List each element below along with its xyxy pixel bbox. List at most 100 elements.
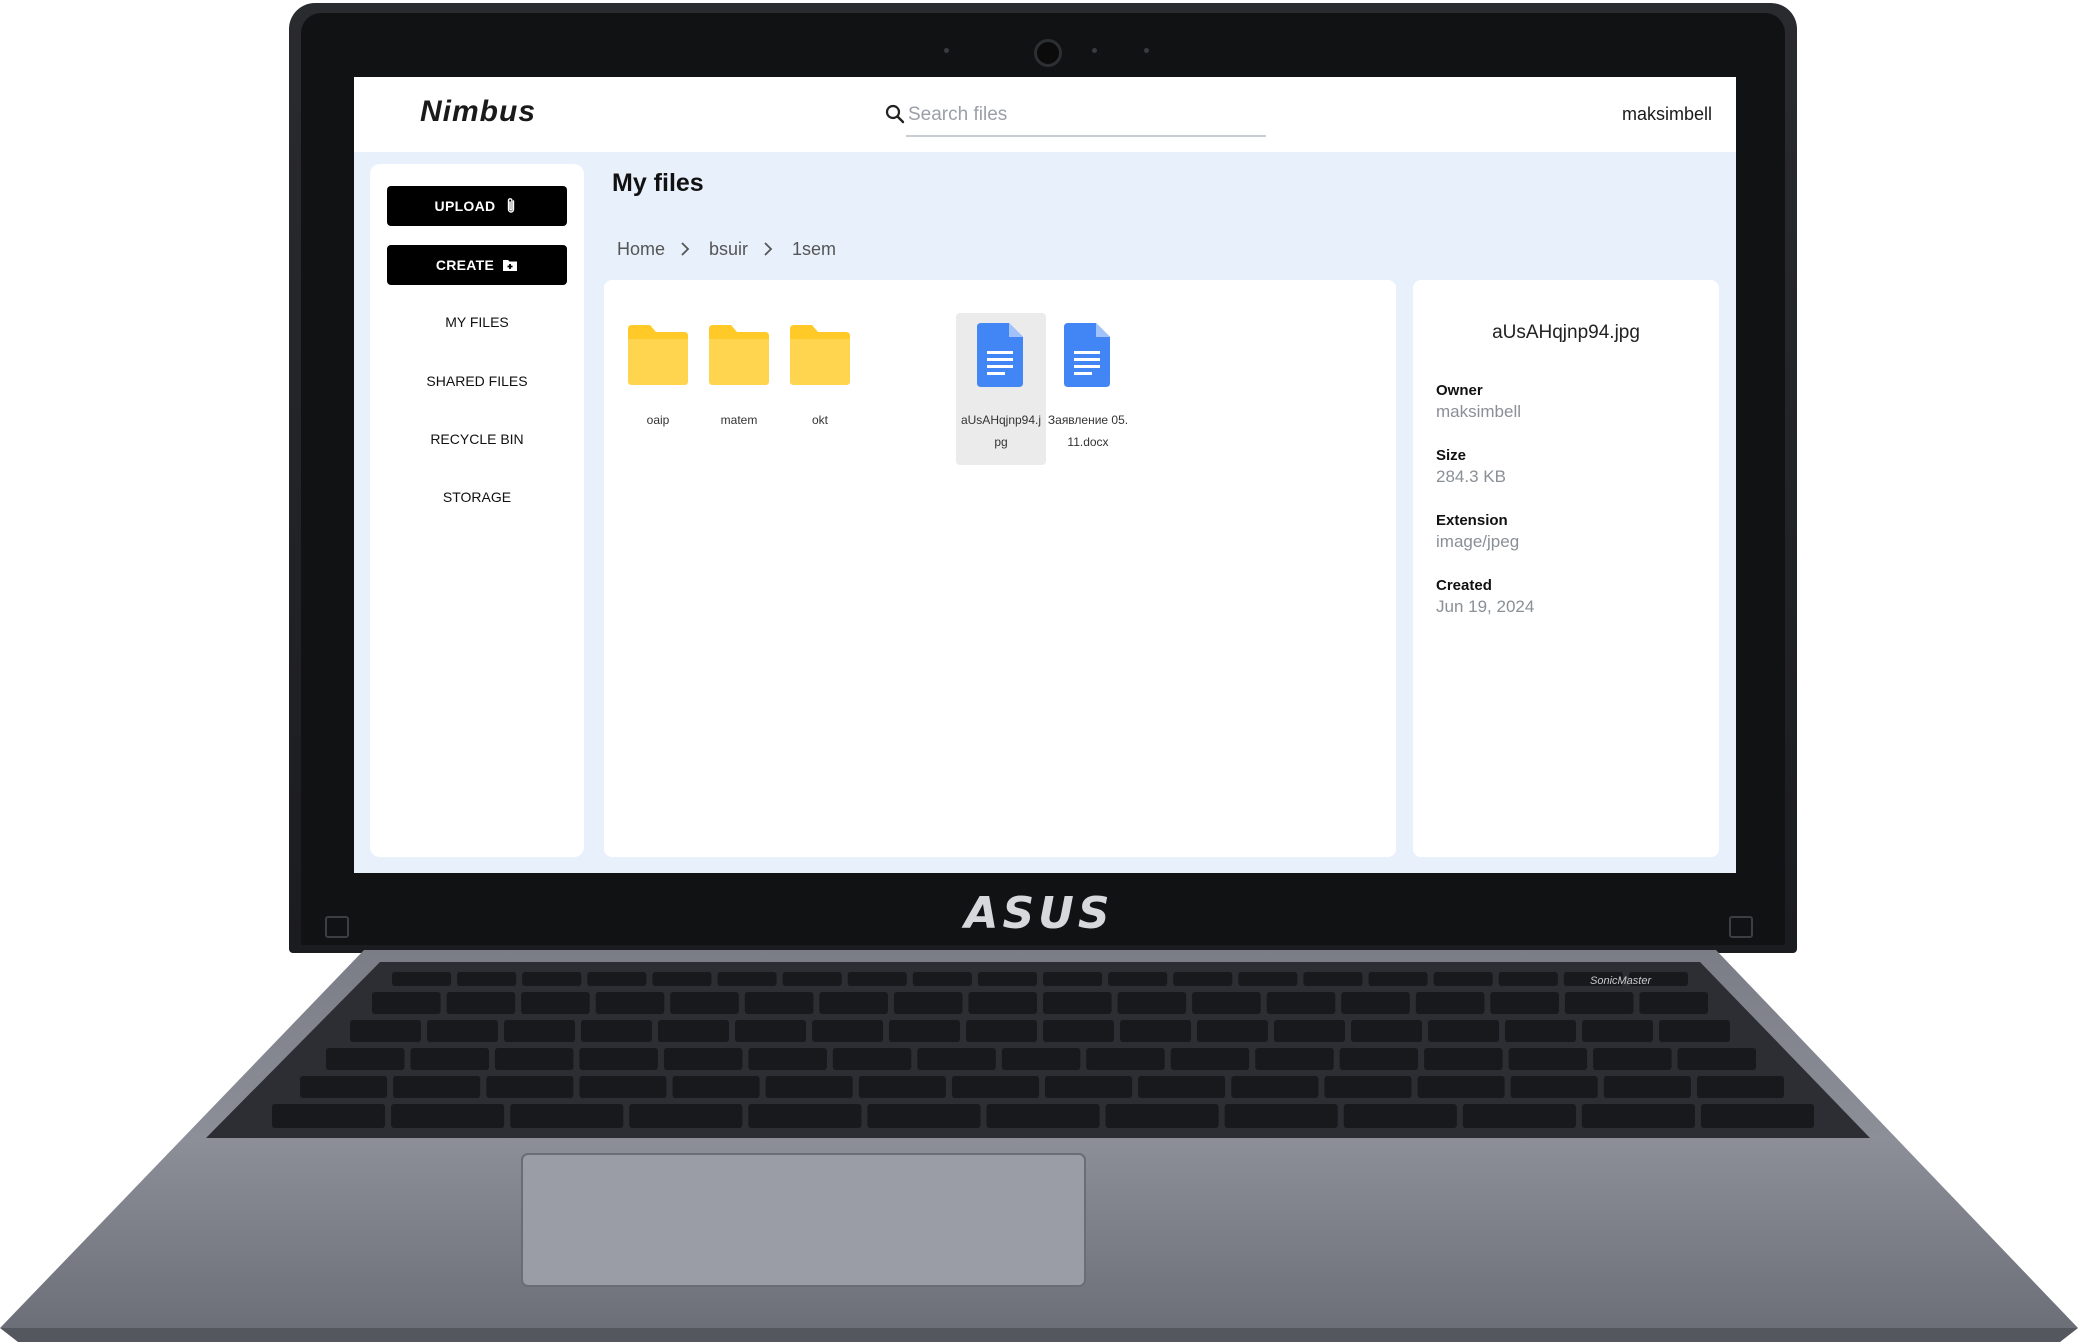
app-logo[interactable]: Nimbus (420, 95, 536, 129)
keyboard-key (595, 992, 665, 1014)
sidebar-item-my-files[interactable]: MY FILES (370, 314, 584, 330)
file-tile-oaip[interactable]: oaip (613, 313, 703, 465)
sidebar-item-shared-files[interactable]: SHARED FILES (370, 373, 584, 389)
keyboard-key (1339, 1048, 1419, 1070)
keyboard-key (748, 1048, 827, 1070)
keyboard-key (832, 1048, 912, 1070)
keyboard-key (867, 1104, 981, 1128)
page-title: My files (612, 169, 704, 197)
keyboard-key (672, 1076, 760, 1098)
top-bar: Nimbus maksimbell (354, 77, 1736, 152)
keyboard-key (1490, 992, 1559, 1014)
keyboard-key (579, 1048, 658, 1070)
keyboard-key (1593, 1048, 1672, 1070)
keyboard-key (1696, 1076, 1784, 1098)
search-bar (885, 97, 1266, 137)
keyboard-key (744, 992, 814, 1014)
keyboard-key (1043, 992, 1112, 1014)
upload-label: UPLOAD (434, 198, 496, 214)
keyboard-key (847, 972, 907, 986)
file-name: aUsAHqjnp94.jpg (960, 413, 1042, 449)
keyboard-key (1581, 1104, 1695, 1128)
keyboard-key (1001, 1048, 1081, 1070)
size-value: 284.3 KB (1436, 467, 1506, 486)
create-button[interactable]: CREATE (387, 245, 567, 285)
extension-value: image/jpeg (1436, 532, 1520, 551)
keyboard-key (748, 1104, 862, 1128)
keyboard-key (977, 972, 1037, 986)
document-icon (977, 323, 1023, 387)
keyboard-key (986, 1104, 1100, 1128)
keyboard-key (1659, 1020, 1730, 1042)
keyboard-key (1351, 1020, 1422, 1042)
keyboard-key (1138, 1076, 1226, 1098)
keyboard-key (1415, 992, 1485, 1014)
mic-dot (1144, 48, 1149, 53)
breadcrumb-item[interactable]: Home (617, 239, 665, 260)
sidebar: UPLOAD CREATE MY FILES SHARED FILES RECY… (370, 164, 584, 857)
keyboard-key (393, 1076, 481, 1098)
keyboard-key (522, 972, 582, 986)
keyboard-key (326, 1048, 405, 1070)
keyboard-key (1510, 1076, 1598, 1098)
keyboard-key (765, 1076, 853, 1098)
created-value: Jun 19, 2024 (1436, 597, 1535, 616)
keyboard-key (1508, 1048, 1588, 1070)
breadcrumb-item[interactable]: bsuir (709, 239, 748, 260)
keyboard-key (812, 1020, 883, 1042)
keyboard-key (735, 1020, 806, 1042)
owner-label: Owner (1436, 382, 1483, 399)
keyboard-key (427, 1020, 498, 1042)
sidebar-item-recycle-bin[interactable]: RECYCLE BIN (370, 431, 584, 447)
keyboard-key (917, 1048, 996, 1070)
keyboard-key (1170, 1048, 1250, 1070)
keyboard-key (782, 972, 842, 986)
keyboard-key (1043, 972, 1103, 986)
keyboard-key (1238, 972, 1298, 986)
folder-icon (790, 325, 850, 385)
keyboard-key (494, 1048, 574, 1070)
keyboard-key (951, 1076, 1039, 1098)
laptop-base: SonicMaster (0, 950, 2078, 1342)
keyboard-key (968, 992, 1037, 1014)
keyboard-key (587, 972, 647, 986)
file-tile-docx[interactable]: Заявление 05.11.docx (1043, 313, 1133, 465)
keyboard-key (272, 1104, 386, 1128)
file-tile-okt[interactable]: okt (775, 313, 865, 465)
upload-button[interactable]: UPLOAD (387, 186, 567, 226)
file-name: oaip (646, 413, 670, 427)
keyboard-key (1117, 992, 1187, 1014)
keyboard-key (1424, 1048, 1503, 1070)
keyboard-key (1086, 1048, 1165, 1070)
username[interactable]: maksimbell (1622, 104, 1712, 125)
keyboard-key (1173, 972, 1233, 986)
breadcrumb-item[interactable]: 1sem (792, 239, 836, 260)
keyboard-key (1231, 1076, 1319, 1098)
paperclip-icon (508, 198, 515, 213)
keyboard-key (457, 972, 517, 986)
file-tile-matem[interactable]: matem (694, 313, 784, 465)
size-label: Size (1436, 447, 1467, 464)
keyboard-key (1343, 1104, 1457, 1128)
keyboard-key (1045, 1076, 1133, 1098)
keyboard-key (912, 972, 972, 986)
file-tile-selected[interactable]: aUsAHqjnp94.jpg (956, 313, 1046, 465)
details-file-name: aUsAHqjnp94.jpg (1492, 322, 1640, 343)
owner-value: maksimbell (1436, 402, 1522, 421)
keyboard-key (410, 1048, 489, 1070)
keyboard-key (1324, 1076, 1412, 1098)
keyboard-key (1255, 1048, 1334, 1070)
sonicmaster-badge: SonicMaster (1590, 975, 1652, 987)
keyboard-key (1677, 1048, 1756, 1070)
keyboard-key (1341, 992, 1410, 1014)
sidebar-item-storage[interactable]: STORAGE (370, 489, 584, 505)
search-icon[interactable] (884, 103, 906, 125)
keyboard-key (1043, 1020, 1114, 1042)
keyboard-key (1368, 972, 1428, 986)
keyboard-key (1105, 1104, 1219, 1128)
keyboard-key (629, 1104, 743, 1128)
search-input[interactable] (906, 99, 1250, 131)
keyboard-key (581, 1020, 652, 1042)
keyboard-key (1428, 1020, 1499, 1042)
keyboard-key (300, 1076, 388, 1098)
